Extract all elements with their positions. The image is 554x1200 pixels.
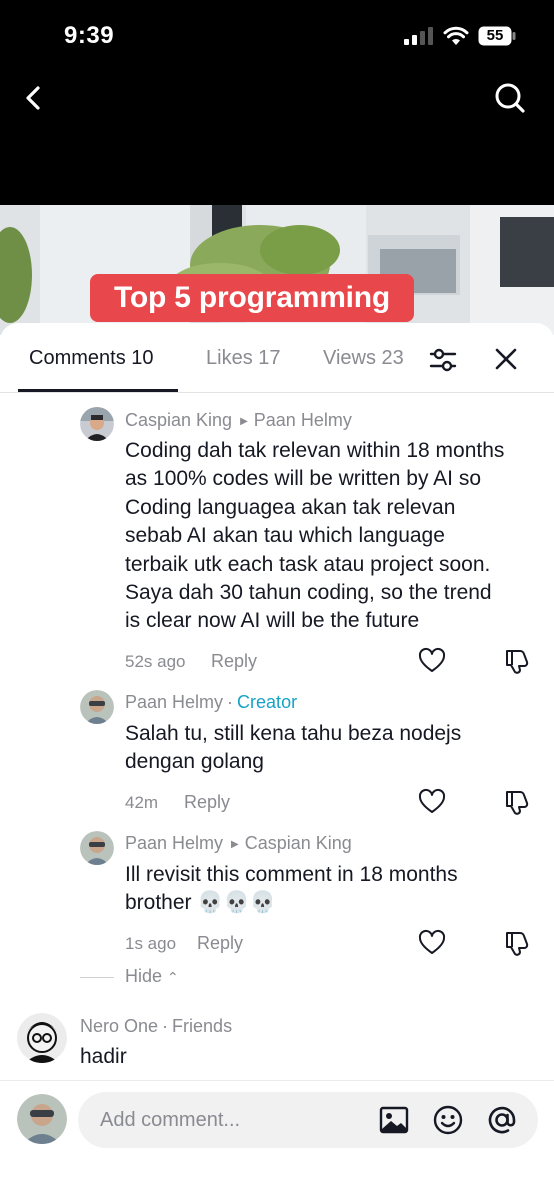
reply-button[interactable]: Reply bbox=[197, 933, 243, 954]
friends-badge: Friends bbox=[172, 1016, 233, 1036]
at-sign-icon[interactable] bbox=[486, 1104, 518, 1136]
chevron-up-icon: ⌃ bbox=[167, 969, 179, 985]
avatar[interactable] bbox=[80, 690, 114, 724]
filter-button[interactable] bbox=[428, 345, 458, 375]
video-title-overlay: Top 5 programming bbox=[90, 274, 415, 322]
comment-time: 52s ago bbox=[125, 652, 186, 671]
creator-badge: Creator bbox=[237, 692, 298, 712]
status-time: 9:39 bbox=[64, 22, 115, 49]
current-user-avatar[interactable] bbox=[17, 1094, 67, 1144]
avatar[interactable] bbox=[80, 831, 114, 865]
divider bbox=[80, 977, 114, 978]
comment-input-container bbox=[78, 1092, 538, 1148]
avatar[interactable] bbox=[17, 1013, 67, 1063]
heart-icon[interactable] bbox=[418, 647, 446, 675]
close-button[interactable] bbox=[492, 345, 520, 373]
image-icon[interactable] bbox=[378, 1104, 410, 1136]
hide-label: Hide bbox=[125, 966, 163, 986]
tab-likes[interactable]: Likes 17 bbox=[206, 347, 281, 370]
comment-author[interactable]: Paan Helmy · Creator bbox=[125, 692, 297, 713]
reply-arrow-icon: ▶ bbox=[240, 416, 248, 427]
thumbs-down-icon[interactable] bbox=[503, 647, 531, 675]
comment-author[interactable]: Caspian King ▶ Paan Helmy bbox=[125, 410, 352, 431]
heart-icon[interactable] bbox=[418, 929, 446, 957]
author-name[interactable]: Nero One bbox=[80, 1016, 158, 1036]
thumbs-down-icon[interactable] bbox=[503, 788, 531, 816]
reply-arrow-icon: ▶ bbox=[231, 839, 239, 850]
tab-comments[interactable]: Comments 10 bbox=[29, 347, 154, 370]
comment-text: Ill revisit this comment in 18 months br… bbox=[125, 863, 458, 915]
reply-button[interactable]: Reply bbox=[184, 792, 230, 813]
author-name[interactable]: Paan Helmy bbox=[125, 692, 223, 712]
active-tab-indicator bbox=[18, 389, 178, 392]
tab-views[interactable]: Views 23 bbox=[323, 347, 404, 370]
author-name[interactable]: Paan Helmy bbox=[125, 833, 223, 853]
close-icon bbox=[495, 348, 517, 370]
comment-input[interactable] bbox=[100, 1092, 370, 1148]
back-button[interactable] bbox=[14, 78, 54, 118]
comment-author[interactable]: Nero One · Friends bbox=[80, 1016, 232, 1037]
avatar[interactable] bbox=[80, 407, 114, 441]
emoji-icon[interactable] bbox=[432, 1104, 464, 1136]
chevron-left-icon bbox=[26, 86, 40, 110]
comment-text: Salah tu, still kena tahu beza nodejs de… bbox=[125, 722, 462, 774]
comment-text: Coding dah tak relevan within 18 months … bbox=[125, 439, 505, 633]
comment-text: hadir bbox=[80, 1045, 127, 1068]
heart-icon[interactable] bbox=[418, 788, 446, 816]
reply-to-name[interactable]: Paan Helmy bbox=[254, 410, 352, 430]
search-button[interactable] bbox=[490, 78, 530, 118]
comment-time: 1s ago bbox=[125, 934, 177, 953]
battery-level: 55 bbox=[486, 27, 504, 44]
tab-bar: Comments 10 Likes 17 Views 23 bbox=[0, 323, 554, 393]
thumbs-down-icon[interactable] bbox=[503, 929, 531, 957]
sliders-icon bbox=[429, 348, 457, 372]
reply-to-name[interactable]: Caspian King bbox=[245, 833, 352, 853]
comment-time: 42m bbox=[125, 793, 159, 812]
comment-author[interactable]: Paan Helmy ▶ Caspian King bbox=[125, 833, 352, 854]
author-name[interactable]: Caspian King bbox=[125, 410, 232, 430]
wifi-icon bbox=[443, 26, 469, 45]
battery-icon: 55 bbox=[478, 26, 516, 46]
cellular-signal-icon bbox=[404, 27, 433, 45]
reply-button[interactable]: Reply bbox=[211, 651, 257, 672]
